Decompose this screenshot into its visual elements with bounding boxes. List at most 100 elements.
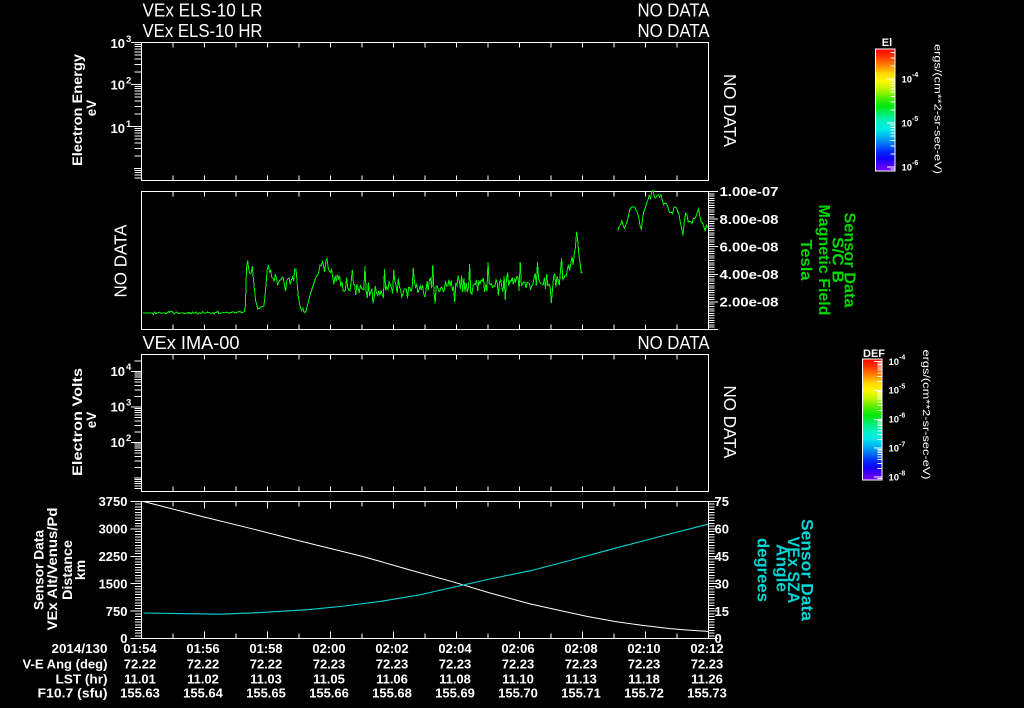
svg-text:10: 10 (889, 357, 900, 368)
svg-text:02:00: 02:00 (312, 641, 345, 656)
svg-text:11.18: 11.18 (628, 672, 660, 687)
svg-text:10: 10 (902, 162, 913, 173)
svg-text:01:54: 01:54 (123, 641, 157, 656)
svg-text:11.05: 11.05 (313, 672, 345, 687)
svg-text:10: 10 (111, 78, 125, 93)
svg-text:eV: eV (84, 100, 99, 117)
svg-text:ergs/(cm**2-sr-sec-eV): ergs/(cm**2-sr-sec-eV) (932, 44, 943, 174)
svg-text:11.06: 11.06 (376, 672, 408, 687)
svg-text:72.23: 72.23 (376, 657, 409, 672)
svg-text:NO DATA: NO DATA (638, 21, 710, 41)
svg-text:-6: -6 (912, 160, 918, 167)
svg-text:2250: 2250 (99, 549, 128, 564)
svg-text:4.00e-08: 4.00e-08 (720, 267, 779, 282)
svg-text:155.71: 155.71 (561, 686, 601, 701)
svg-text:Electron Volts: Electron Volts (70, 368, 85, 476)
svg-text:02:08: 02:08 (564, 641, 597, 656)
svg-text:155.65: 155.65 (246, 686, 286, 701)
svg-text:10: 10 (111, 435, 125, 450)
svg-text:VEx IMA-00: VEx IMA-00 (143, 333, 240, 353)
svg-text:NO DATA: NO DATA (720, 386, 740, 459)
svg-text:10: 10 (111, 400, 125, 415)
svg-text:01:56: 01:56 (186, 641, 219, 656)
svg-text:LST (hr): LST (hr) (56, 672, 108, 687)
svg-text:10: 10 (889, 444, 900, 455)
svg-text:02:02: 02:02 (375, 641, 408, 656)
svg-text:Magnetic Field: Magnetic Field (815, 205, 832, 316)
svg-text:10: 10 (889, 386, 900, 397)
svg-text:-4: -4 (912, 72, 918, 79)
svg-text:V-E Ang (deg): V-E Ang (deg) (23, 657, 108, 672)
svg-text:10: 10 (111, 36, 125, 51)
svg-text:10: 10 (111, 364, 125, 379)
svg-text:11.02: 11.02 (187, 672, 219, 687)
svg-text:11.10: 11.10 (502, 672, 534, 687)
svg-text:02:12: 02:12 (690, 641, 723, 656)
svg-text:1.00e-07: 1.00e-07 (720, 184, 779, 199)
svg-text:155.70: 155.70 (498, 686, 538, 701)
svg-text:72.22: 72.22 (187, 657, 220, 672)
svg-text:10: 10 (889, 472, 900, 483)
svg-text:02:10: 02:10 (627, 641, 660, 656)
svg-text:3: 3 (126, 398, 131, 409)
svg-text:72.23: 72.23 (439, 657, 472, 672)
svg-text:Angle: Angle (773, 544, 791, 592)
svg-text:11.03: 11.03 (250, 672, 282, 687)
svg-text:155.72: 155.72 (624, 686, 664, 701)
svg-text:-7: -7 (899, 441, 905, 448)
svg-text:VEx Alt/Venus/Pd: VEx Alt/Venus/Pd (44, 508, 60, 631)
svg-text:3000: 3000 (99, 522, 128, 537)
svg-text:1500: 1500 (99, 576, 128, 591)
svg-text:750: 750 (106, 604, 128, 619)
svg-text:155.64: 155.64 (183, 686, 224, 701)
svg-text:-8: -8 (899, 470, 905, 477)
svg-text:F10.7 (sfu): F10.7 (sfu) (38, 686, 108, 701)
svg-text:Electron Energy: Electron Energy (70, 53, 85, 166)
svg-text:eV: eV (84, 412, 99, 429)
svg-text:NO DATA: NO DATA (111, 224, 131, 297)
svg-text:72.22: 72.22 (250, 657, 283, 672)
svg-text:2: 2 (126, 76, 131, 87)
svg-text:02:06: 02:06 (501, 641, 534, 656)
svg-text:155.66: 155.66 (309, 686, 349, 701)
svg-text:155.63: 155.63 (120, 686, 160, 701)
svg-text:72.23: 72.23 (313, 657, 346, 672)
svg-text:72.23: 72.23 (502, 657, 535, 672)
svg-text:4: 4 (126, 362, 132, 373)
svg-text:10: 10 (889, 415, 900, 426)
svg-text:NO DATA: NO DATA (638, 333, 710, 353)
svg-text:155.73: 155.73 (687, 686, 727, 701)
svg-text:DEF: DEF (863, 348, 885, 360)
svg-text:1: 1 (126, 119, 132, 130)
svg-text:155.69: 155.69 (435, 686, 475, 701)
svg-text:72.22: 72.22 (124, 657, 157, 672)
svg-text:8.00e-08: 8.00e-08 (720, 212, 779, 227)
svg-text:11.26: 11.26 (691, 672, 723, 687)
svg-text:11.01: 11.01 (124, 672, 156, 687)
svg-text:VEx ELS-10 LR: VEx ELS-10 LR (143, 1, 263, 21)
svg-text:3: 3 (126, 34, 131, 45)
svg-text:10: 10 (111, 121, 125, 136)
svg-text:72.23: 72.23 (628, 657, 661, 672)
svg-text:60: 60 (715, 522, 729, 537)
svg-text:72.23: 72.23 (691, 657, 724, 672)
svg-text:11.08: 11.08 (439, 672, 471, 687)
svg-text:10: 10 (902, 74, 913, 85)
svg-text:02:04: 02:04 (438, 641, 472, 656)
svg-text:75: 75 (715, 494, 729, 509)
svg-text:6.00e-08: 6.00e-08 (720, 239, 779, 254)
svg-text:-6: -6 (899, 413, 905, 420)
svg-text:NO DATA: NO DATA (720, 74, 740, 147)
svg-text:VEx ELS-10 HR: VEx ELS-10 HR (143, 21, 263, 41)
svg-text:-5: -5 (899, 384, 905, 391)
svg-text:NO DATA: NO DATA (638, 1, 710, 21)
svg-text:-5: -5 (912, 116, 918, 123)
svg-text:ergs/(cm**2-sr-sec-eV): ergs/(cm**2-sr-sec-eV) (920, 350, 931, 480)
svg-text:11.13: 11.13 (565, 672, 597, 687)
svg-text:El: El (882, 37, 892, 49)
svg-text:degrees: degrees (753, 538, 771, 602)
svg-text:45: 45 (715, 549, 729, 564)
svg-text:30: 30 (715, 576, 729, 591)
svg-text:Tesla: Tesla (797, 240, 814, 281)
svg-text:-4: -4 (899, 355, 905, 362)
